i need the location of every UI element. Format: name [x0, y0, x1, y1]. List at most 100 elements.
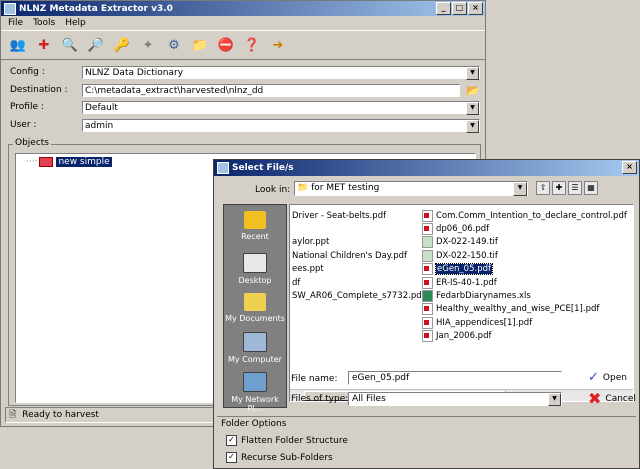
details-view-icon[interactable]: ▦: [584, 181, 598, 195]
file-name: ees.ppt: [292, 264, 324, 275]
file-name: eGen_05.pdf: [435, 263, 493, 276]
window-controls: _ □ ×: [436, 2, 483, 15]
minimize-button[interactable]: _: [436, 2, 451, 15]
close-button[interactable]: ×: [468, 2, 483, 15]
config-select[interactable]: NLNZ Data Dictionary ▼: [82, 65, 480, 80]
select-files-dialog: Select File/s × Look in: 📁 for MET testi…: [213, 159, 640, 469]
main-window-title: NLNZ Metadata Extractor v3.0: [19, 3, 173, 14]
flatten-option[interactable]: ✓ Flatten Folder Structure: [226, 435, 348, 446]
profile-select[interactable]: Default ▼: [82, 100, 480, 115]
file-name: Com.Comm_Intention_to_declare_control.pd…: [436, 210, 627, 221]
list-item[interactable]: ER-IS-40-1.pdf: [422, 276, 627, 289]
menu-help[interactable]: Help: [65, 18, 86, 28]
add-icon[interactable]: ✚: [33, 35, 55, 55]
cancel-button[interactable]: ✖ Cancel: [588, 389, 636, 408]
open-label: Open: [602, 372, 627, 383]
place-my-computer[interactable]: My Computer: [224, 332, 286, 364]
user-select[interactable]: admin ▼: [82, 118, 480, 133]
file-name-input[interactable]: eGen_05.pdf: [348, 371, 562, 385]
file-name: Jan_2006.pdf: [436, 331, 492, 342]
folder-icon: 📁: [297, 183, 309, 193]
cancel-x-icon: ✖: [588, 389, 602, 408]
list-item[interactable]: FedarbDiarynames.xls: [422, 289, 627, 303]
list-item[interactable]: HIA_appendices[1].pdf: [422, 316, 627, 329]
image-file-icon: [422, 236, 433, 249]
up-folder-icon[interactable]: ⇧: [536, 181, 550, 195]
file-name-label: File name:: [291, 374, 338, 384]
key-icon[interactable]: 🔑: [111, 35, 133, 55]
search-delete-icon[interactable]: 🔎: [85, 35, 107, 55]
list-item[interactable]: ees.ppt: [292, 263, 425, 276]
list-view-icon[interactable]: ☰: [568, 181, 582, 195]
list-item[interactable]: SW_AR06_Complete_s7732.pdf: [292, 289, 425, 302]
list-item[interactable]: aylor.ppt: [292, 236, 425, 249]
help-icon[interactable]: ❓: [241, 35, 263, 55]
exit-icon[interactable]: ➜: [267, 35, 289, 55]
file-name: ER-IS-40-1.pdf: [436, 277, 497, 288]
file-name: HIA_appendices[1].pdf: [436, 317, 533, 328]
destination-field[interactable]: C:\metadata_extract\harvested\nlnz_dd: [82, 83, 460, 97]
list-item[interactable]: df: [292, 276, 425, 289]
list-item[interactable]: DX-022-149.tif: [422, 236, 627, 249]
list-item[interactable]: dp06_06.pdf: [422, 222, 627, 236]
desktop-icon: [243, 253, 267, 273]
place-recent[interactable]: Recent: [224, 211, 286, 241]
pdf-file-icon: [422, 209, 433, 222]
recurse-option[interactable]: ✓ Recurse Sub-Folders: [226, 452, 333, 463]
config-icon[interactable]: ⚙: [163, 35, 185, 55]
recurse-checkbox[interactable]: ✓: [226, 452, 237, 463]
chevron-down-icon[interactable]: ▼: [513, 182, 527, 196]
puzzle-icon[interactable]: ✦: [137, 35, 159, 55]
app-icon: [4, 2, 16, 15]
chevron-down-icon[interactable]: ▼: [466, 101, 479, 115]
chevron-down-icon[interactable]: ▼: [466, 66, 479, 80]
look-in-select[interactable]: 📁 for MET testing ▼: [294, 181, 528, 196]
tree-item[interactable]: ···· new simple: [26, 157, 112, 167]
list-item[interactable]: Driver - Seat-belts.pdf: [292, 209, 425, 222]
stop-icon[interactable]: ⛔: [215, 35, 237, 55]
place-my-documents[interactable]: My Documents: [224, 293, 286, 323]
list-item[interactable]: Healthy_wealthy_and_wise_PCE[1].pdf: [422, 303, 627, 316]
maximize-button[interactable]: □: [452, 2, 467, 15]
export-icon[interactable]: 📁: [189, 35, 211, 55]
status-text: Ready to harvest: [22, 410, 99, 420]
spreadsheet-file-icon: [422, 290, 433, 303]
destination-label: Destination :: [10, 85, 68, 95]
config-label: Config :: [10, 67, 45, 77]
place-desktop[interactable]: Desktop: [224, 253, 286, 285]
new-folder-icon[interactable]: ✚: [552, 181, 566, 195]
network-icon: [243, 372, 267, 392]
list-item[interactable]: Com.Comm_Intention_to_declare_control.pd…: [422, 209, 627, 222]
flatten-checkbox[interactable]: ✓: [226, 435, 237, 446]
list-item-selected[interactable]: eGen_05.pdf: [422, 263, 627, 276]
search-icon[interactable]: 🔍: [59, 35, 81, 55]
users-icon[interactable]: 👥: [7, 35, 29, 55]
place-my-documents-label: My Documents: [225, 314, 285, 323]
list-item[interactable]: National Children's Day.pdf: [292, 249, 425, 262]
dialog-close-button[interactable]: ×: [622, 161, 637, 174]
file-name: DX-022-149.tif: [436, 237, 498, 248]
chevron-down-icon[interactable]: ▼: [548, 393, 561, 406]
dialog-title-bar[interactable]: Select File/s ×: [214, 160, 639, 176]
menu-tools[interactable]: Tools: [33, 18, 55, 28]
place-desktop-label: Desktop: [238, 276, 272, 285]
list-item[interactable]: DX-022-150.tif: [422, 249, 627, 262]
open-button[interactable]: ✓ Open: [588, 370, 627, 385]
folder-icon: [39, 157, 54, 167]
list-item[interactable]: Jan_2006.pdf: [422, 330, 627, 343]
folder-open-icon[interactable]: 📂: [466, 84, 480, 97]
menu-file[interactable]: File: [8, 18, 23, 28]
place-my-network[interactable]: My Network Pl...: [224, 372, 286, 413]
user-row: User : admin ▼: [10, 118, 480, 133]
files-of-type-select[interactable]: All Files ▼: [348, 392, 562, 406]
list-item[interactable]: [292, 222, 425, 235]
chevron-down-icon[interactable]: ▼: [466, 119, 479, 133]
pdf-file-icon: [422, 330, 433, 343]
main-title-bar[interactable]: NLNZ Metadata Extractor v3.0 _ □ ×: [1, 1, 485, 16]
recent-folder-icon: [244, 211, 266, 229]
profile-label: Profile :: [10, 102, 44, 112]
pdf-file-icon: [422, 316, 433, 329]
checkmark-icon: ✓: [588, 370, 599, 385]
file-name: Driver - Seat-belts.pdf: [292, 210, 387, 221]
flatten-label: Flatten Folder Structure: [241, 435, 348, 446]
